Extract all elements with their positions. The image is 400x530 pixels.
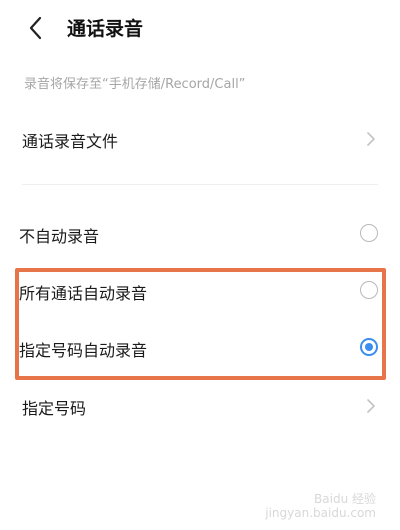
page-title: 通话录音 (67, 18, 144, 40)
specified-numbers-item[interactable]: 指定号码 (0, 386, 400, 426)
watermark: Baidu 经验 jingyan.baidu.com (265, 492, 376, 520)
option-label: 所有通话自动录音 (19, 284, 148, 303)
header-bar: 通话录音 (0, 0, 400, 56)
section-divider (22, 184, 378, 185)
radio-unselected[interactable] (360, 224, 378, 242)
specified-numbers-label: 指定号码 (22, 399, 87, 418)
option-no-auto-record[interactable]: 不自动录音 (0, 214, 400, 254)
option-record-specified-numbers[interactable]: 指定号码自动录音 (0, 328, 400, 368)
watermark-line1: Baidu 经验 (314, 492, 376, 506)
watermark-line2: jingyan.baidu.com (265, 506, 376, 520)
radio-selected[interactable] (360, 338, 378, 356)
save-location-hint: 录音将保存至“手机存储/Record/Call” (24, 77, 246, 92)
option-record-all-calls[interactable]: 所有通话自动录音 (0, 271, 400, 311)
option-label: 不自动录音 (19, 227, 100, 246)
recording-files-item[interactable]: 通话录音文件 (0, 119, 400, 159)
recording-files-label: 通话录音文件 (22, 132, 119, 151)
chevron-left-icon[interactable] (26, 15, 46, 41)
chevron-right-icon (367, 399, 375, 413)
option-label: 指定号码自动录音 (19, 341, 148, 360)
chevron-right-icon (367, 132, 375, 146)
radio-unselected[interactable] (360, 281, 378, 299)
